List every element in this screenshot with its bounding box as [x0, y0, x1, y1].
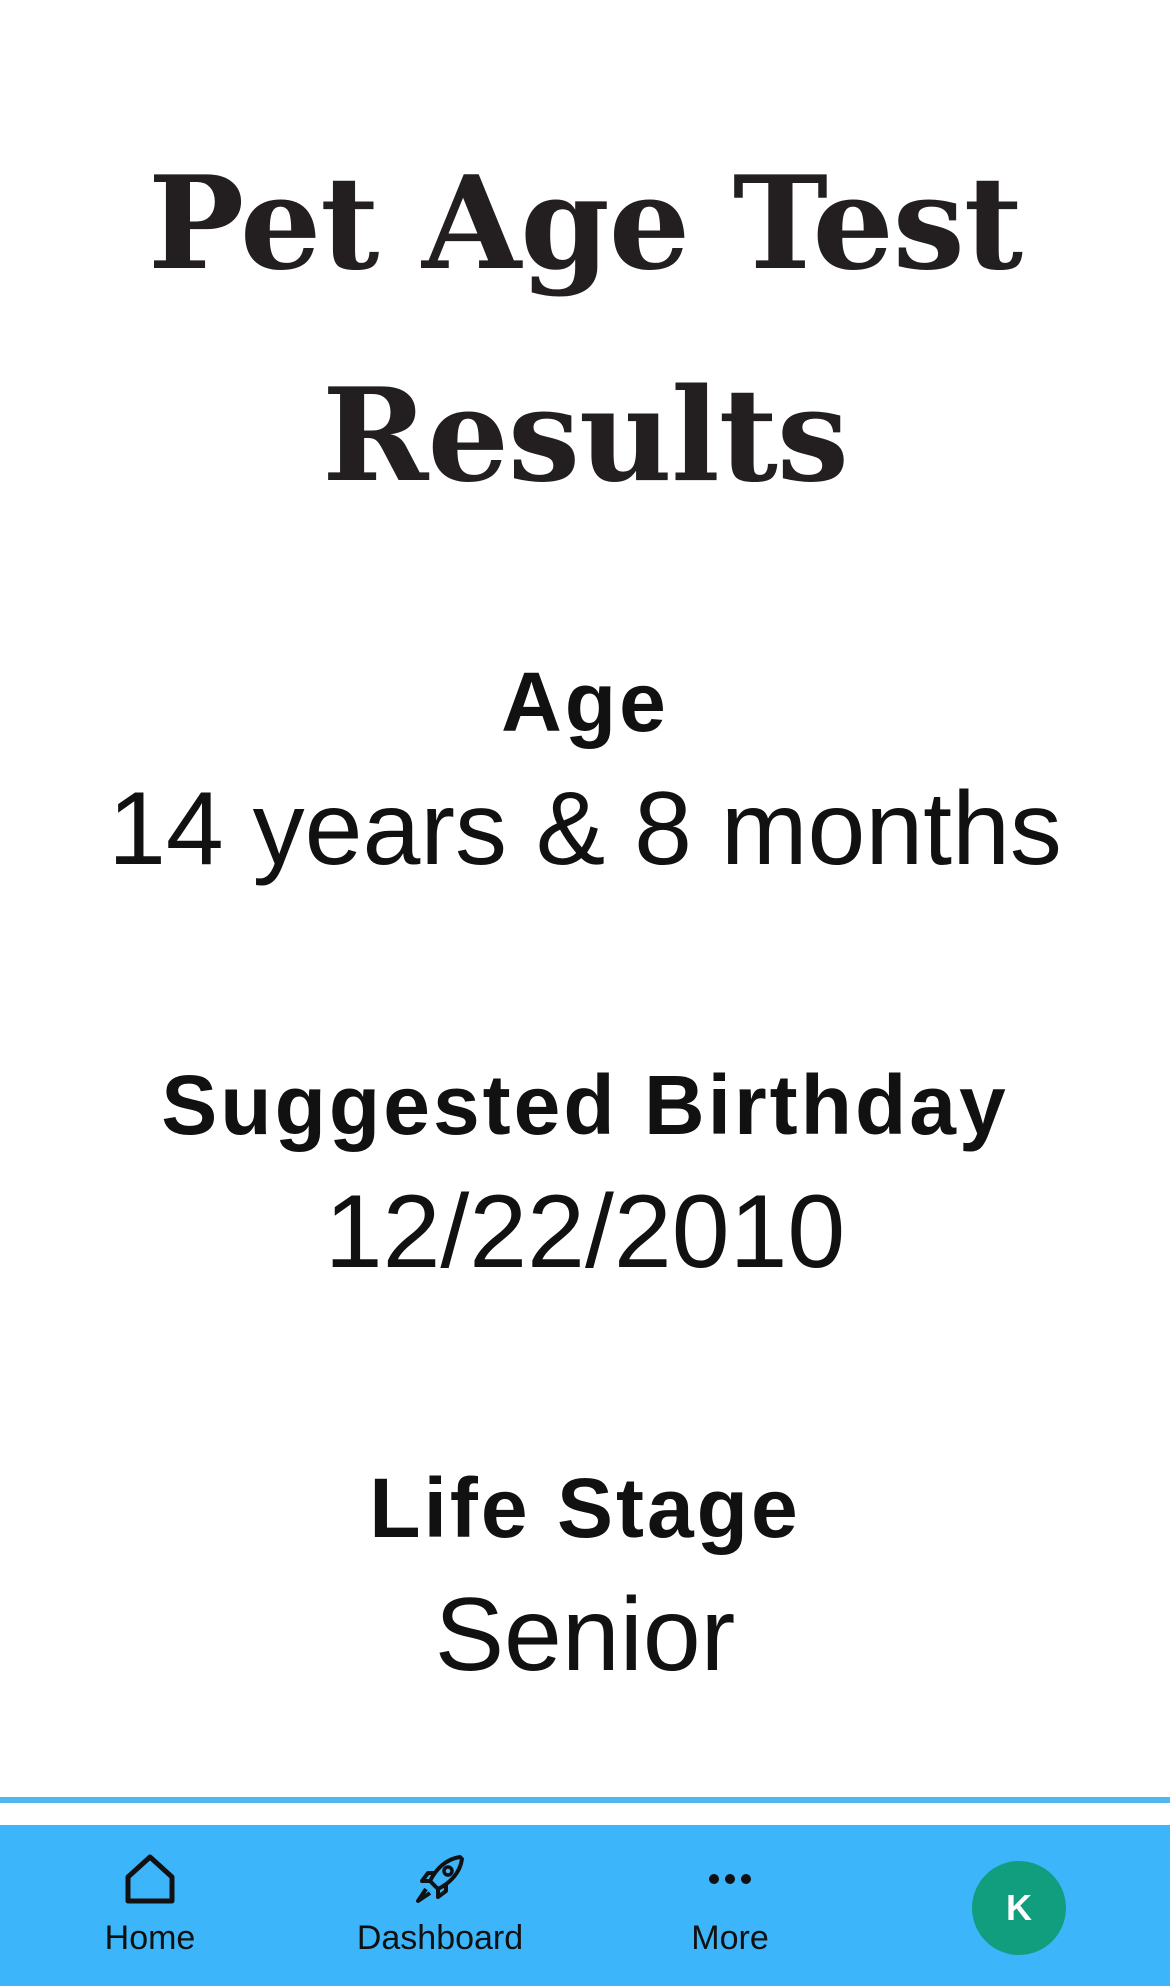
more-dots-icon	[700, 1849, 760, 1909]
bottom-nav: Home Dashboard More K	[0, 1825, 1170, 1986]
life-stage-value: Senior	[434, 1577, 736, 1693]
page-title: Pet Age Test Results	[148, 149, 1023, 511]
nav-divider	[0, 1797, 1170, 1803]
nav-item-home[interactable]: Home	[80, 1825, 220, 1986]
nav-item-dashboard[interactable]: Dashboard	[340, 1825, 540, 1986]
nav-label-more: More	[691, 1919, 769, 1957]
results-page: Pet Age Test Results Age 14 years & 8 mo…	[0, 0, 1170, 1986]
birthday-section: Suggested Birthday 12/22/2010	[0, 1055, 1170, 1297]
age-value: 14 years & 8 months	[108, 771, 1062, 887]
birthday-value: 12/22/2010	[324, 1174, 846, 1290]
nav-label-home: Home	[104, 1919, 196, 1957]
avatar[interactable]: K	[972, 1861, 1066, 1955]
nav-label-dashboard: Dashboard	[356, 1919, 524, 1957]
life-stage-label: Life Stage	[369, 1461, 801, 1555]
life-stage-section: Life Stage Senior	[0, 1458, 1170, 1700]
age-label: Age	[501, 655, 669, 749]
home-icon	[120, 1849, 180, 1909]
age-section: Age 14 years & 8 months	[0, 652, 1170, 894]
nav-item-more[interactable]: More	[650, 1825, 810, 1986]
birthday-label: Suggested Birthday	[161, 1058, 1009, 1152]
rocket-icon	[410, 1849, 470, 1909]
